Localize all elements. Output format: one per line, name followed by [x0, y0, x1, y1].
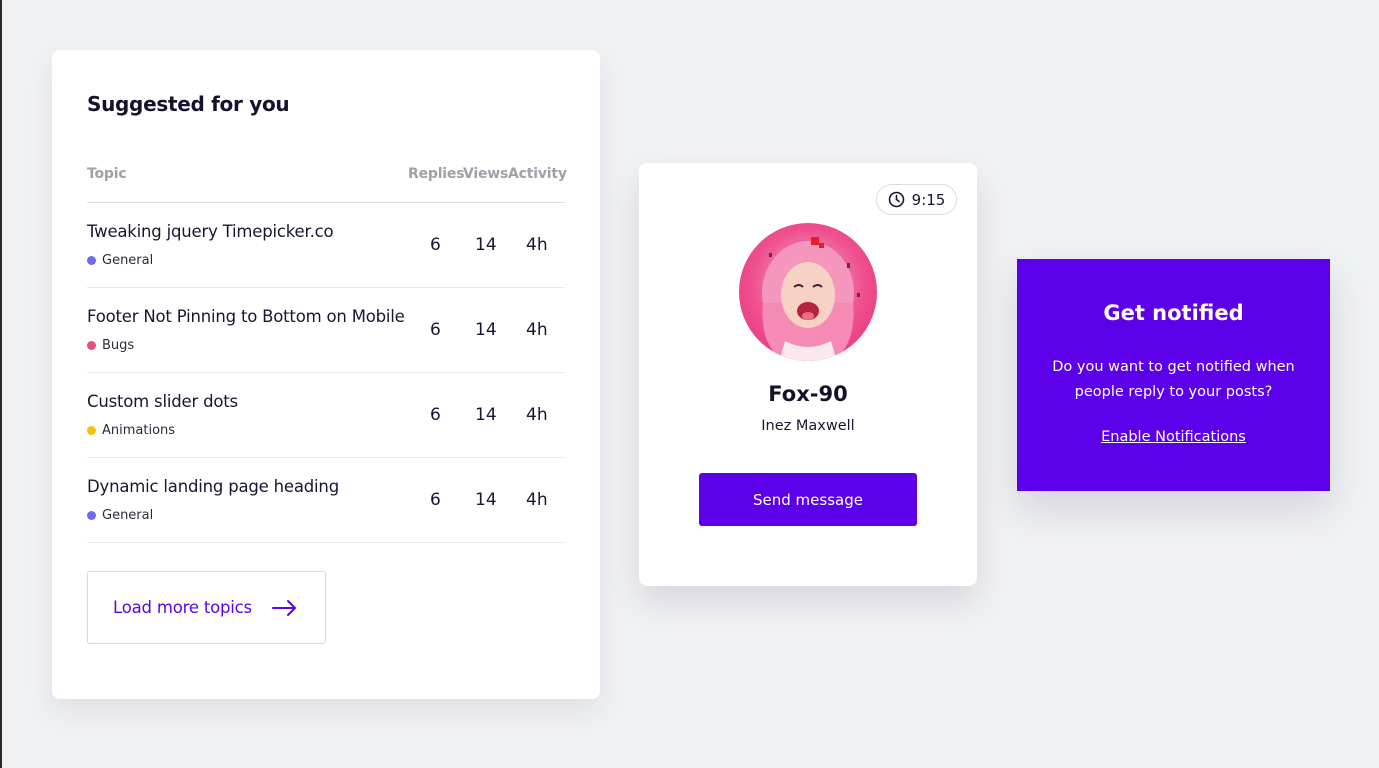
category-label: Bugs: [102, 338, 135, 353]
views-count: 14: [475, 405, 497, 425]
window-edge: [0, 0, 2, 768]
column-topic: Topic: [87, 166, 127, 182]
notification-card: Get notified Do you want to get notified…: [1017, 259, 1330, 491]
profile-name: Inez Maxwell: [761, 418, 855, 434]
avatar: [739, 223, 877, 361]
load-more-label: Load more topics: [113, 598, 252, 617]
replies-count: 6: [430, 320, 441, 340]
clock-icon: [888, 191, 905, 208]
topic-category[interactable]: Animations: [87, 423, 175, 438]
replies-count: 6: [430, 235, 441, 255]
profile-card: 9:15 Fox-90 Inez Maxwell Send message: [639, 163, 977, 586]
activity-time: 4h: [526, 490, 548, 510]
time-badge: 9:15: [876, 184, 957, 215]
topic-category[interactable]: Bugs: [87, 338, 134, 353]
load-more-topics-button[interactable]: Load more topics: [87, 571, 326, 644]
topic-row[interactable]: Tweaking jquery Timepicker.co General 6 …: [87, 203, 565, 288]
category-label: General: [102, 253, 154, 268]
topic-title[interactable]: Footer Not Pinning to Bottom on Mobile: [87, 307, 405, 326]
category-label: Animations: [102, 423, 176, 438]
topics-list: Tweaking jquery Timepicker.co General 6 …: [87, 203, 565, 543]
topic-row[interactable]: Custom slider dots Animations 6 14 4h: [87, 373, 565, 458]
replies-count: 6: [430, 490, 441, 510]
views-count: 14: [475, 235, 497, 255]
topic-category[interactable]: General: [87, 508, 153, 523]
views-count: 14: [475, 490, 497, 510]
category-dot: [87, 256, 96, 265]
topic-category[interactable]: General: [87, 253, 153, 268]
column-replies: Replies: [408, 166, 465, 182]
suggested-title: Suggested for you: [87, 92, 290, 116]
notify-description: Do you want to get notified when people …: [1052, 359, 1295, 400]
suggested-topics-card: Suggested for you Topic Replies Views Ac…: [52, 50, 600, 699]
profile-handle: Fox-90: [768, 382, 848, 406]
category-label: General: [102, 508, 154, 523]
topic-row[interactable]: Dynamic landing page heading General 6 1…: [87, 458, 565, 543]
topic-title[interactable]: Dynamic landing page heading: [87, 477, 339, 496]
category-dot: [87, 426, 96, 435]
column-views: Views: [463, 166, 509, 182]
send-message-button[interactable]: Send message: [699, 473, 917, 526]
replies-count: 6: [430, 405, 441, 425]
topic-row[interactable]: Footer Not Pinning to Bottom on Mobile B…: [87, 288, 565, 373]
activity-time: 4h: [526, 405, 548, 425]
topic-title[interactable]: Custom slider dots: [87, 392, 238, 411]
arrow-right-icon: [271, 599, 298, 617]
views-count: 14: [475, 320, 497, 340]
time-text: 9:15: [911, 190, 946, 209]
enable-notifications-link[interactable]: Enable Notifications: [1017, 429, 1330, 445]
category-dot: [87, 511, 96, 520]
notify-title: Get notified: [1103, 301, 1244, 325]
topic-title[interactable]: Tweaking jquery Timepicker.co: [87, 222, 334, 241]
category-dot: [87, 341, 96, 350]
activity-time: 4h: [526, 320, 548, 340]
activity-time: 4h: [526, 235, 548, 255]
column-activity: Activity: [508, 166, 567, 182]
